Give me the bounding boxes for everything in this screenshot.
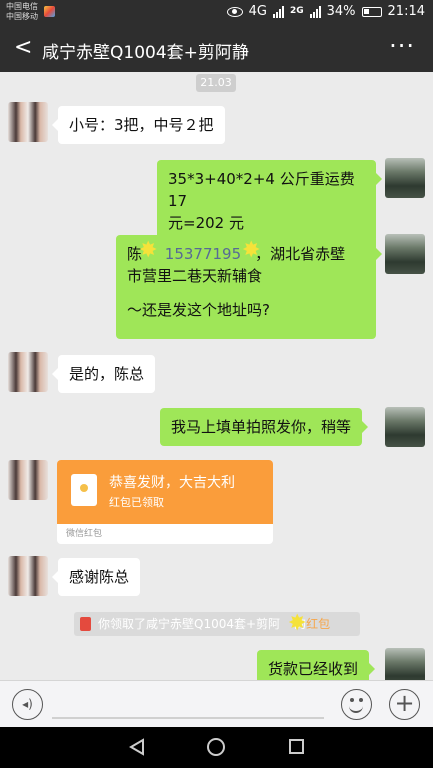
avatar[interactable] — [385, 648, 425, 680]
message-text: 货款已经收到 — [268, 660, 359, 678]
avatar[interactable] — [8, 556, 48, 596]
red-packet-source: 微信红包 — [66, 529, 103, 539]
clock: 21:14 — [387, 4, 425, 19]
message-text-line: 35*3+40*2+4 公斤重运费 17 — [168, 170, 355, 210]
message-text: 感谢陈总 — [69, 568, 130, 586]
voice-input-button[interactable]: ◂) — [12, 689, 43, 720]
system-message: 你领取了咸宁赤壁Q1004套+剪阿 的红包 ✸ — [74, 612, 360, 636]
red-packet-body: 恭喜发财，大吉大利 红包已领取 — [57, 460, 273, 524]
message-text-line: 元=202 元 — [168, 214, 244, 232]
carrier-info: 中国电信 中国移动 — [6, 2, 38, 22]
red-packet-icon — [71, 474, 97, 506]
message-text: 我马上填单拍照发你，稍等 — [171, 418, 352, 436]
message-bubble[interactable]: 是的，陈总 — [51, 355, 156, 393]
nav-home-icon[interactable] — [207, 738, 225, 756]
message-bubble[interactable]: 陈 15377195 ，湖北省赤壁 市营里二巷天新辅食 ～还是发这个地址吗? ✸ … — [116, 235, 382, 339]
more-options-button[interactable]: ··· — [389, 32, 415, 60]
network-type-2: 2G — [289, 6, 304, 16]
avatar[interactable] — [385, 234, 425, 274]
message-bubble[interactable]: 货款已经收到 — [257, 650, 376, 680]
redaction-star-icon: ✸ — [288, 611, 307, 636]
avatar[interactable] — [385, 158, 425, 198]
message-text: 小号：3把，中号２把 — [69, 116, 214, 134]
network-type: 4G — [248, 4, 267, 19]
app-notification-icon — [44, 6, 55, 17]
avatar[interactable] — [8, 460, 48, 500]
red-packet-link[interactable]: 红包 — [306, 617, 330, 631]
avatar[interactable] — [8, 352, 48, 392]
chat-area[interactable]: 21.03 小号：3把，中号２把 35*3+40*2+4 公斤重运费 17 元=… — [0, 72, 433, 680]
chat-header: < 咸宁赤壁Q1004套+剪阿静 ··· — [0, 26, 433, 72]
message-bubble[interactable]: 小号：3把，中号２把 — [52, 106, 225, 144]
phone-link[interactable]: 15377195 — [165, 245, 241, 263]
redaction-star-icon: ✸ — [139, 238, 158, 263]
carrier-2: 中国移动 — [6, 12, 38, 21]
red-packet-small-icon — [80, 617, 91, 631]
carrier-1: 中国电信 — [6, 2, 38, 11]
battery-icon — [361, 6, 382, 17]
message-text-line: 市营里二巷天新辅食 — [127, 267, 263, 285]
chat-title: 咸宁赤壁Q1004套+剪阿静 — [42, 43, 249, 63]
input-bar: ◂) + — [0, 680, 433, 727]
more-actions-button[interactable]: + — [389, 689, 420, 720]
signal-bars-2-icon — [309, 5, 321, 18]
battery-percent: 34% — [326, 4, 356, 19]
time-marker: 21.03 — [196, 74, 236, 92]
avatar[interactable] — [8, 102, 48, 142]
message-bubble[interactable]: 35*3+40*2+4 公斤重运费 17 元=202 元 — [157, 160, 382, 242]
red-packet-card[interactable]: 恭喜发财，大吉大利 红包已领取 微信红包 — [57, 460, 273, 544]
back-button[interactable]: < — [14, 36, 32, 60]
red-packet-status: 红包已领取 — [109, 496, 164, 509]
nav-back-icon[interactable] — [128, 738, 146, 756]
eye-comfort-icon — [226, 6, 243, 17]
message-bubble[interactable]: 感谢陈总 — [51, 558, 141, 596]
avatar[interactable] — [385, 407, 425, 447]
nav-recents-icon[interactable] — [289, 739, 304, 754]
message-text-line: ～还是发这个地址吗? — [127, 301, 270, 319]
system-nav-bar — [0, 727, 433, 768]
signal-bars-icon — [272, 5, 284, 18]
status-icons: 4G 2G 34% 21:14 — [226, 4, 425, 19]
message-text: ，湖北省赤壁 — [255, 245, 346, 263]
emoji-button[interactable] — [341, 689, 372, 720]
message-bubble[interactable]: 我马上填单拍照发你，稍等 — [160, 408, 369, 446]
system-message-text: 你领取了咸宁赤壁Q1004套+剪阿 — [98, 617, 281, 631]
status-bar: 中国电信 中国移动 4G 2G 34% 21:14 — [0, 0, 433, 26]
redaction-star-icon: ✸ — [242, 238, 261, 263]
message-input[interactable] — [52, 717, 324, 719]
message-text: 是的，陈总 — [69, 365, 145, 383]
red-packet-title: 恭喜发财，大吉大利 — [109, 475, 235, 491]
